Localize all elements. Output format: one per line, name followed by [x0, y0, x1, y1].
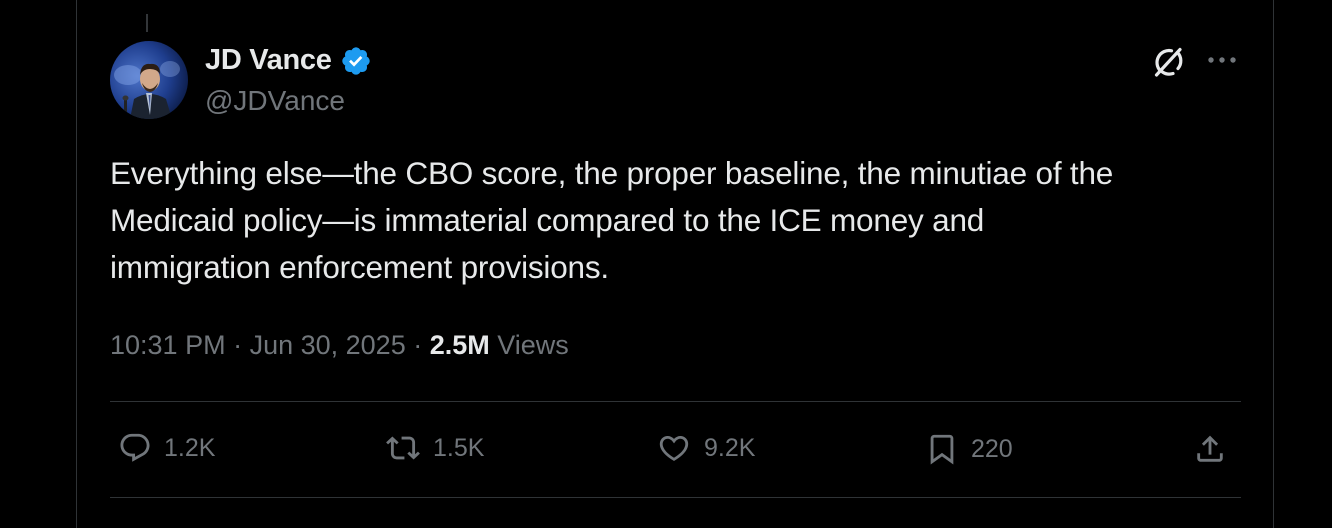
- author-handle[interactable]: @JDVance: [205, 85, 345, 117]
- tweet-date[interactable]: Jun 30, 2025: [250, 330, 406, 360]
- bookmark-button[interactable]: 220: [925, 431, 1013, 467]
- share-icon[interactable]: [1193, 431, 1227, 467]
- meta-separator: ·: [225, 330, 250, 360]
- divider: [110, 497, 1241, 498]
- grok-icon[interactable]: [1151, 45, 1185, 79]
- thread-connector-line: [146, 14, 148, 32]
- tweet-text-line: Medicaid policy—is immaterial compared t…: [110, 202, 985, 238]
- tweet-text-line: immigration enforcement provisions.: [110, 249, 609, 285]
- avatar[interactable]: [110, 41, 188, 119]
- like-button[interactable]: 9.2K: [656, 431, 755, 465]
- reply-count: 1.2K: [164, 433, 216, 462]
- divider: [110, 401, 1241, 402]
- tweet-text: Everything else—the CBO score, the prope…: [110, 150, 1250, 291]
- like-count: 9.2K: [704, 433, 756, 462]
- bookmark-icon: [925, 431, 959, 467]
- heart-icon: [656, 431, 692, 465]
- meta-separator: ·: [405, 330, 430, 360]
- tweet-meta: 10:31 PM · Jun 30, 2025 · 2.5M Views: [110, 330, 569, 361]
- more-options-icon[interactable]: [1205, 45, 1239, 75]
- author-display-name[interactable]: JD Vance: [205, 44, 332, 77]
- reply-icon: [118, 431, 152, 465]
- tweet-text-line: Everything else—the CBO score, the prope…: [110, 155, 1114, 191]
- reply-button[interactable]: 1.2K: [118, 431, 215, 465]
- repost-icon: [385, 431, 421, 465]
- verified-badge-icon[interactable]: [340, 45, 372, 77]
- tweet-time[interactable]: 10:31 PM: [110, 330, 226, 360]
- repost-button[interactable]: 1.5K: [385, 431, 484, 465]
- views-count: 2.5M: [429, 330, 490, 360]
- repost-count: 1.5K: [433, 433, 485, 462]
- views-label: Views: [497, 330, 569, 360]
- bookmark-count: 220: [971, 434, 1013, 463]
